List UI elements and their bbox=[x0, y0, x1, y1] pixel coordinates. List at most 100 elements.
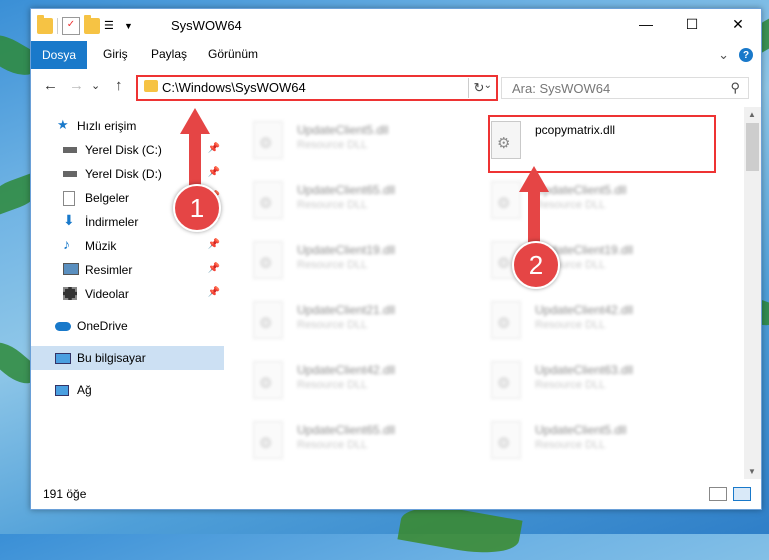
file-type: Resource DLL bbox=[297, 439, 368, 451]
callout-arrow-1 bbox=[189, 130, 201, 190]
pin-icon[interactable]: 📌 bbox=[208, 287, 220, 298]
network-icon bbox=[55, 385, 69, 396]
list-item[interactable]: UpdateClient65.dll Resource DLL bbox=[225, 417, 455, 467]
tab-home[interactable]: Giriş bbox=[103, 47, 128, 61]
search-placeholder: Ara: SysWOW64 bbox=[512, 81, 611, 96]
status-bar: 191 öğe bbox=[31, 479, 761, 509]
file-name: UpdateClient21.dll bbox=[297, 303, 396, 317]
list-item[interactable]: UpdateClient63.dll Resource DLL bbox=[463, 357, 693, 407]
search-input[interactable]: Ara: SysWOW64 ⚲ bbox=[501, 77, 749, 99]
customize-toolbar-icon[interactable]: ▼ bbox=[124, 21, 133, 31]
file-name: UpdateClient42.dll bbox=[535, 303, 634, 317]
address-bar[interactable]: C:\Windows\SysWOW64 ⌄ bbox=[136, 75, 498, 101]
up-button[interactable]: ↑ bbox=[115, 77, 123, 94]
sidebar-item-label: Bu bilgisayar bbox=[77, 351, 146, 365]
file-type: Resource DLL bbox=[535, 439, 606, 451]
callout-badge-1: 1 bbox=[173, 184, 221, 232]
callout-arrow-2 bbox=[528, 188, 540, 248]
list-item[interactable]: UpdateClient19.dll Resource DLL bbox=[225, 237, 455, 287]
list-item[interactable]: UpdateClient42.dll Resource DLL bbox=[225, 357, 455, 407]
window-title: SysWOW64 bbox=[171, 18, 242, 33]
close-button[interactable]: ✕ bbox=[715, 9, 761, 39]
tab-share[interactable]: Paylaş bbox=[151, 47, 187, 61]
folder-icon bbox=[144, 80, 158, 92]
list-item[interactable]: UpdateClient5.dll Resource DLL bbox=[225, 117, 455, 167]
drive-icon bbox=[63, 171, 77, 177]
file-type: Resource DLL bbox=[297, 199, 368, 211]
computer-icon bbox=[55, 353, 71, 364]
dll-file-icon bbox=[491, 301, 521, 339]
sidebar-item-label: İndirmeler bbox=[85, 215, 139, 229]
sidebar-item-label: Hızlı erişim bbox=[77, 119, 137, 133]
list-item[interactable]: UpdateClient5.dll Resource DLL bbox=[463, 177, 693, 227]
file-name: UpdateClient65.dll bbox=[297, 423, 396, 437]
scroll-down-icon[interactable]: ▼ bbox=[748, 467, 756, 476]
properties-icon[interactable]: ✓ bbox=[62, 17, 80, 35]
arrowhead-1 bbox=[180, 108, 210, 134]
file-name: UpdateClient19.dll bbox=[297, 243, 396, 257]
quick-access-toolbar: ✓ ☰ ▼ bbox=[37, 15, 133, 35]
list-item[interactable]: UpdateClient42.dll Resource DLL bbox=[463, 297, 693, 347]
sidebar-item-onedrive[interactable]: OneDrive bbox=[31, 314, 224, 338]
back-button[interactable]: ← bbox=[43, 77, 58, 94]
list-item[interactable]: UpdateClient21.dll Resource DLL bbox=[225, 297, 455, 347]
details-view-icon[interactable] bbox=[709, 487, 727, 501]
list-item[interactable]: UpdateClient65.dll Resource DLL bbox=[225, 177, 455, 227]
pin-icon[interactable]: 📌 bbox=[208, 263, 220, 274]
star-icon: ★ bbox=[57, 117, 69, 132]
scroll-up-icon[interactable]: ▲ bbox=[748, 110, 756, 119]
documents-icon bbox=[63, 191, 75, 206]
sidebar-item-label: Müzik bbox=[85, 239, 117, 253]
dll-file-icon bbox=[253, 421, 283, 459]
new-folder-icon[interactable] bbox=[84, 15, 100, 34]
videos-icon bbox=[63, 287, 77, 300]
view-options-icon[interactable]: ☰ bbox=[104, 18, 120, 34]
ribbon-tabs: Dosya Giriş Paylaş Görünüm ⌄ ? bbox=[31, 41, 761, 69]
file-type: Resource DLL bbox=[535, 319, 606, 331]
sidebar-item-this-pc[interactable]: Bu bilgisayar bbox=[31, 346, 224, 370]
ribbon-right-controls: ⌄ ? bbox=[718, 47, 753, 63]
window-controls: — ☐ ✕ bbox=[623, 9, 761, 39]
file-type: Resource DLL bbox=[297, 319, 368, 331]
forward-button[interactable]: → bbox=[69, 77, 84, 94]
dll-file-icon bbox=[253, 301, 283, 339]
download-icon: ⬇ bbox=[63, 212, 75, 228]
list-item[interactable]: UpdateClient19.dll Resource DLL bbox=[463, 237, 693, 287]
folder-icon[interactable] bbox=[37, 15, 53, 34]
minimize-button[interactable]: — bbox=[623, 9, 669, 39]
pin-icon[interactable]: 📌 bbox=[208, 143, 220, 154]
scrollbar-thumb[interactable] bbox=[746, 123, 759, 171]
callout-badge-2: 2 bbox=[512, 241, 560, 289]
address-path[interactable]: C:\Windows\SysWOW64 bbox=[162, 80, 306, 95]
expand-ribbon-icon[interactable]: ⌄ bbox=[718, 47, 729, 63]
dll-file-icon bbox=[253, 241, 283, 279]
pin-icon[interactable]: 📌 bbox=[208, 239, 220, 250]
sidebar-item-label: OneDrive bbox=[77, 319, 128, 333]
toolbar-divider bbox=[57, 18, 58, 34]
file-type: Resource DLL bbox=[297, 259, 368, 271]
file-name: UpdateClient5.dll bbox=[535, 423, 627, 437]
refresh-button[interactable]: ↻ bbox=[468, 78, 489, 98]
tab-view[interactable]: Görünüm bbox=[208, 47, 258, 61]
title-bar: ✓ ☰ ▼ SysWOW64 — ☐ ✕ bbox=[31, 9, 761, 41]
sidebar-item-network[interactable]: Ağ bbox=[31, 378, 224, 402]
search-icon[interactable]: ⚲ bbox=[730, 80, 740, 96]
file-type: Resource DLL bbox=[297, 379, 368, 391]
maximize-button[interactable]: ☐ bbox=[669, 9, 715, 39]
list-item[interactable]: UpdateClient5.dll Resource DLL bbox=[463, 417, 693, 467]
dll-file-icon bbox=[491, 421, 521, 459]
help-icon[interactable]: ? bbox=[739, 48, 753, 62]
dll-file-icon bbox=[253, 181, 283, 219]
dll-file-icon bbox=[491, 181, 521, 219]
file-type: Resource DLL bbox=[535, 199, 606, 211]
sidebar-item-label: Videolar bbox=[85, 287, 129, 301]
explorer-window: ✓ ☰ ▼ SysWOW64 — ☐ ✕ Dosya Giriş Paylaş … bbox=[30, 8, 762, 510]
tab-file[interactable]: Dosya bbox=[31, 41, 87, 69]
large-icons-view-icon[interactable] bbox=[733, 487, 751, 501]
sidebar-item-pictures[interactable]: Resimler 📌 bbox=[31, 258, 224, 282]
pin-icon[interactable]: 📌 bbox=[208, 167, 220, 178]
vertical-scrollbar[interactable]: ▲ ▼ bbox=[744, 107, 761, 479]
sidebar-item-videos[interactable]: Videolar 📌 bbox=[31, 282, 224, 306]
recent-locations-button[interactable]: ⌄ bbox=[91, 79, 100, 92]
sidebar-item-music[interactable]: ♪ Müzik 📌 bbox=[31, 234, 224, 258]
